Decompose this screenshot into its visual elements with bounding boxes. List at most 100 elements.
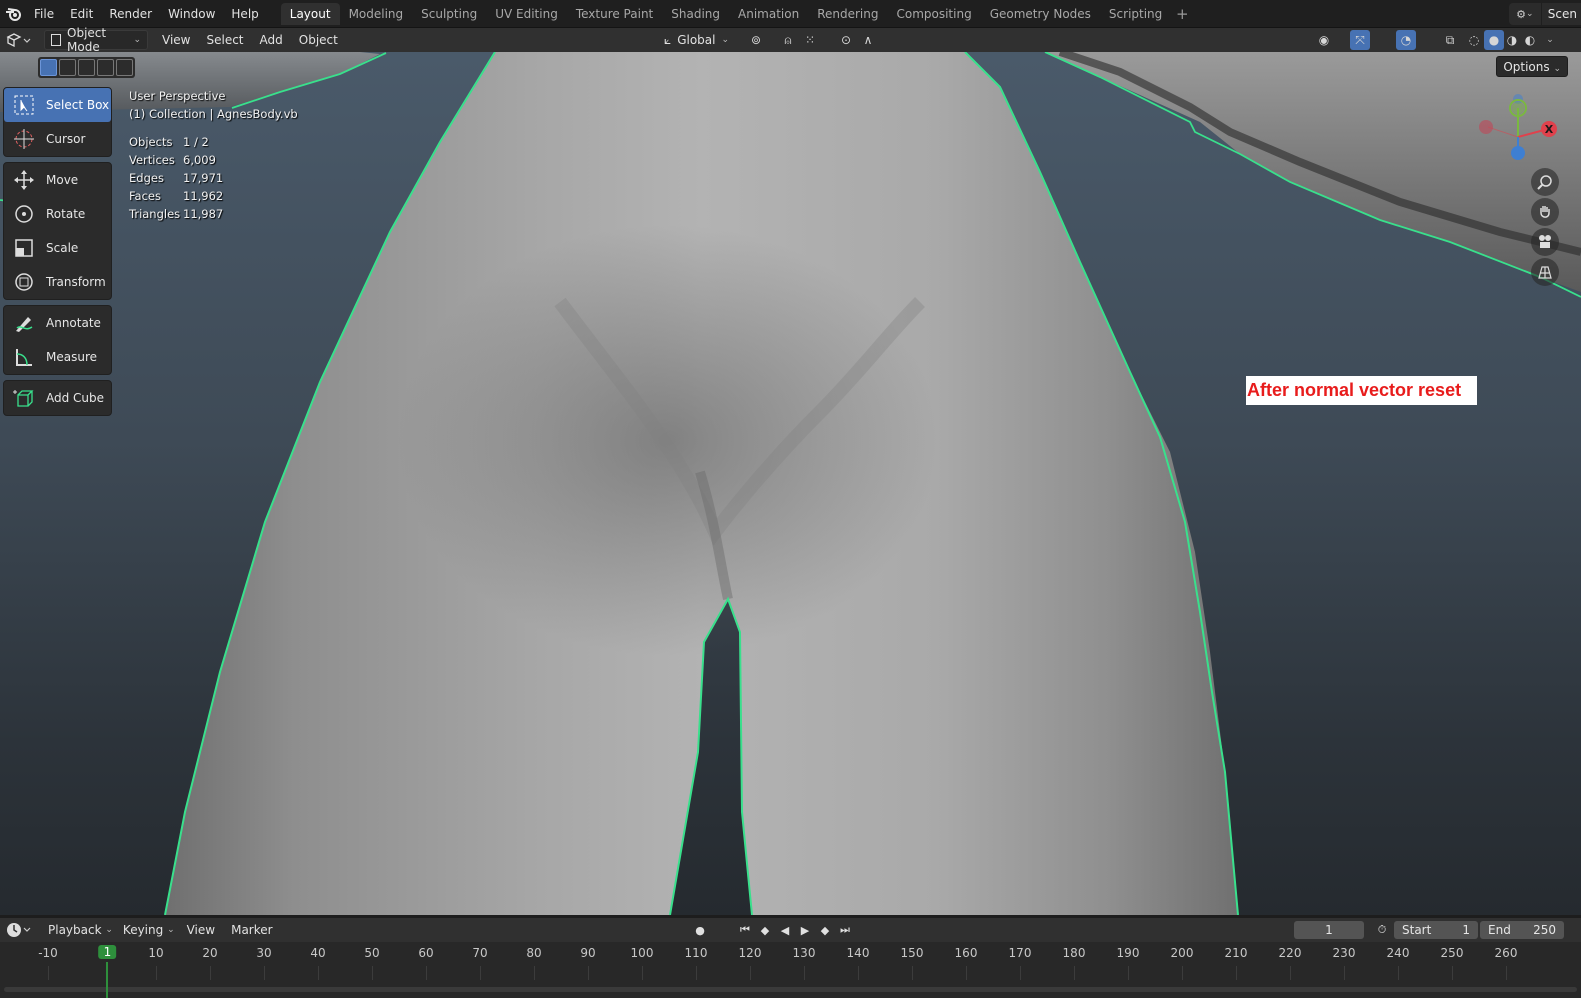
- tool-rotate[interactable]: Rotate: [4, 197, 111, 231]
- chevron-down-icon: ⌄: [133, 35, 141, 45]
- navigation-gizmo[interactable]: X: [1472, 92, 1568, 182]
- pan-hand-icon[interactable]: [1531, 198, 1559, 226]
- menu-render[interactable]: Render: [101, 0, 160, 28]
- tool-scale[interactable]: Scale: [4, 231, 111, 265]
- jump-start-icon[interactable]: ⏮: [735, 920, 755, 940]
- solid-shading-icon[interactable]: ●: [1484, 30, 1504, 50]
- menu-select[interactable]: Select: [206, 30, 243, 50]
- camera-view-icon[interactable]: [1531, 228, 1559, 256]
- menu-playback[interactable]: Playback ⌄: [48, 920, 113, 940]
- timeline-area[interactable]: -10 1 10 20 30 40 50 60 70 80 90 100 110 120 130 140 150…: [0, 942, 1581, 998]
- start-frame-field[interactable]: Start 1: [1394, 921, 1478, 939]
- ruler-tick-label: 130: [792, 946, 816, 960]
- tool-add-cube[interactable]: Add Cube: [4, 381, 111, 415]
- tab-rendering[interactable]: Rendering: [808, 3, 887, 25]
- menu-edit[interactable]: Edit: [62, 0, 101, 28]
- pivot-point-icon[interactable]: ⊚: [746, 30, 766, 50]
- orientation-dropdown[interactable]: ⟀ Global ⌄: [658, 30, 736, 50]
- scale-icon: [10, 235, 38, 261]
- tab-scripting[interactable]: Scripting: [1100, 3, 1171, 25]
- current-frame-field[interactable]: 1: [1294, 921, 1364, 939]
- menu-object[interactable]: Object: [299, 30, 338, 50]
- playhead-line[interactable]: [106, 962, 109, 998]
- ruler-gridline: [534, 966, 535, 980]
- tool-cursor[interactable]: Cursor: [4, 122, 111, 156]
- tab-sculpting[interactable]: Sculpting: [412, 3, 486, 25]
- add-workspace-button[interactable]: +: [1173, 4, 1191, 24]
- editor-type-button[interactable]: [6, 30, 36, 50]
- options-dropdown[interactable]: Options ⌄: [1496, 56, 1568, 77]
- rendered-shading-icon[interactable]: ◐: [1520, 30, 1540, 50]
- stat-label: Triangles: [129, 207, 181, 221]
- tool-select-box[interactable]: Select Box: [4, 88, 111, 122]
- record-icon[interactable]: ●: [690, 920, 710, 940]
- snap-icon[interactable]: ⍝: [778, 30, 798, 50]
- select-subtract-icon[interactable]: [78, 59, 95, 76]
- tab-uv-editing[interactable]: UV Editing: [486, 3, 567, 25]
- proportional-edit-icon[interactable]: ⊙: [836, 30, 856, 50]
- prev-keyframe-icon[interactable]: ◆: [755, 920, 775, 940]
- wireframe-shading-icon[interactable]: ◌: [1464, 30, 1484, 50]
- scene-selector[interactable]: ⚙ ⌄ Scen: [1508, 3, 1581, 25]
- tool-transform[interactable]: Transform: [4, 265, 111, 299]
- jump-end-icon[interactable]: ⏭: [835, 920, 855, 940]
- menu-file[interactable]: File: [26, 0, 62, 28]
- select-new-icon[interactable]: [40, 59, 57, 76]
- timeline-editor-type-button[interactable]: [6, 920, 36, 940]
- tab-layout[interactable]: Layout: [280, 2, 340, 25]
- object-mode-icon: [51, 34, 61, 46]
- top-bar: File Edit Render Window Help Layout Mode…: [0, 0, 1581, 28]
- select-extend-icon[interactable]: [59, 59, 76, 76]
- tab-shading[interactable]: Shading: [662, 3, 729, 25]
- menu-marker[interactable]: Marker: [231, 920, 272, 940]
- end-frame-field[interactable]: End 250: [1480, 921, 1564, 939]
- falloff-icon[interactable]: ∧: [858, 30, 878, 50]
- select-invert-icon[interactable]: [97, 59, 114, 76]
- tab-compositing[interactable]: Compositing: [887, 3, 980, 25]
- material-shading-icon[interactable]: ◑: [1502, 30, 1522, 50]
- stat-label: Faces: [129, 189, 161, 203]
- snap-grid-icon[interactable]: ⁙: [800, 30, 820, 50]
- tab-modeling[interactable]: Modeling: [340, 3, 413, 25]
- ruler-gridline: [210, 966, 211, 980]
- ruler-gridline: [1290, 966, 1291, 980]
- ruler-tick-label: 230: [1332, 946, 1356, 960]
- tool-measure[interactable]: Measure: [4, 340, 111, 374]
- tool-annotate[interactable]: Annotate: [4, 306, 111, 340]
- next-keyframe-icon[interactable]: ◆: [815, 920, 835, 940]
- menu-window[interactable]: Window: [160, 0, 223, 28]
- visibility-icon[interactable]: ◉: [1314, 30, 1334, 50]
- zoom-icon[interactable]: [1531, 168, 1559, 196]
- blender-logo-icon[interactable]: [2, 0, 26, 28]
- tab-geometry-nodes[interactable]: Geometry Nodes: [981, 3, 1100, 25]
- menu-view[interactable]: View: [162, 30, 190, 50]
- play-reverse-icon[interactable]: ◀: [775, 920, 795, 940]
- menu-timeline-view[interactable]: View: [187, 920, 215, 940]
- current-frame-indicator[interactable]: 1: [98, 945, 117, 959]
- timeline-scrollbar[interactable]: [4, 987, 1577, 992]
- scene-statistics: Objects 1 / 2 Vertices 6,009 Edges 17,971 F…: [129, 133, 298, 223]
- tool-move[interactable]: Move: [4, 163, 111, 197]
- perspective-toggle-icon[interactable]: [1531, 258, 1559, 286]
- tab-animation[interactable]: Animation: [729, 3, 808, 25]
- xray-icon[interactable]: ⧉: [1440, 30, 1460, 50]
- scene-icon[interactable]: ⚙ ⌄: [1508, 3, 1541, 25]
- orientation-label: Global: [677, 33, 716, 47]
- mode-dropdown[interactable]: Object Mode ⌄: [44, 26, 148, 54]
- start-label: Start: [1402, 923, 1432, 937]
- menu-add[interactable]: Add: [260, 30, 283, 50]
- menu-keying[interactable]: Keying ⌄: [123, 920, 175, 940]
- select-intersect-icon[interactable]: [116, 59, 133, 76]
- ruler-tick-label: 210: [1224, 946, 1248, 960]
- ruler-gridline: [804, 966, 805, 980]
- tab-texture-paint[interactable]: Texture Paint: [567, 3, 662, 25]
- shading-options-icon[interactable]: ⌄: [1540, 30, 1560, 50]
- scene-name[interactable]: Scen: [1541, 3, 1581, 25]
- menu-help[interactable]: Help: [223, 0, 266, 28]
- play-icon[interactable]: ▶: [795, 920, 815, 940]
- overlays-toggle-icon[interactable]: ◔: [1396, 30, 1416, 50]
- 3d-viewport[interactable]: Select Box Cursor Move Rotate Scale Tran…: [0, 52, 1581, 915]
- ruler-tick-label: 140: [846, 946, 870, 960]
- gizmo-toggle-icon[interactable]: ⤧: [1350, 30, 1370, 50]
- stopwatch-icon[interactable]: ⏱: [1372, 920, 1392, 940]
